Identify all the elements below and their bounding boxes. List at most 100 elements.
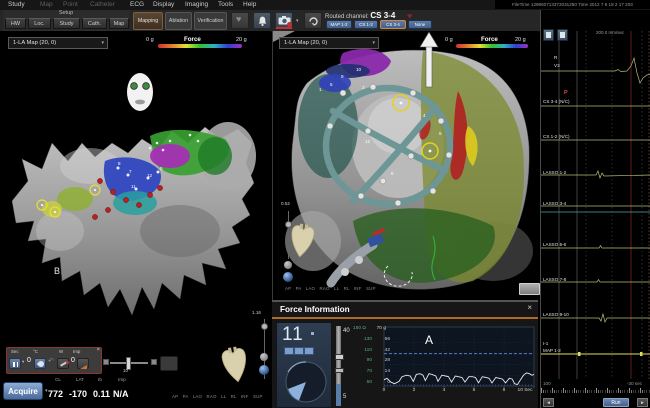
chevron-down-icon: ▾ [101, 38, 104, 49]
acquire-button[interactable]: Acquire [3, 382, 43, 400]
slider-thumb-low[interactable] [335, 368, 344, 373]
right-pan-button[interactable] [284, 261, 292, 269]
left-force-scale-name: Force [184, 36, 201, 43]
scroll-left-button[interactable]: ◄ [543, 398, 554, 407]
undo-icon[interactable]: ↶ [48, 357, 54, 365]
readout-lat-value: -170 [69, 389, 87, 399]
x-tick: 4 [434, 388, 454, 393]
left-force-scale-max: 20 g [236, 37, 247, 43]
close-icon[interactable]: × [97, 347, 100, 353]
menu-help[interactable]: Help [243, 0, 256, 10]
ablation-temp-button[interactable] [34, 358, 46, 369]
routed-channel-label: Routed channel: CS 3-4 [325, 11, 395, 20]
chevron-down-icon: ▾ [372, 38, 375, 49]
menu-display[interactable]: Display [153, 0, 174, 10]
x-tick: 10 Sec [512, 388, 538, 393]
ablation-impedance-button[interactable] [77, 358, 89, 369]
right-panel-grip[interactable] [519, 283, 540, 295]
channel-label-lasso12: LASSO 1-2 [543, 170, 566, 175]
run-button[interactable]: Run [603, 398, 629, 407]
left-orientation-buttons[interactable]: AP PA LAO RAO LL RL INF SUP [172, 394, 263, 399]
tab-ablation[interactable]: Ablation [165, 12, 192, 30]
tab-mapping[interactable]: Mapping [133, 12, 163, 30]
setup-loc-button[interactable]: Loc. [28, 18, 51, 29]
right-force-scale-name: Force [481, 36, 498, 43]
ecg-tool-button-2[interactable] [557, 29, 568, 41]
left-map-viewport[interactable]: 8 7 11 12 5 [0, 31, 270, 345]
menu-study[interactable]: Study [8, 0, 25, 10]
close-icon[interactable]: × [527, 303, 532, 312]
reset-view-button[interactable] [304, 12, 322, 29]
trace-v3 [541, 58, 650, 83]
left-map-selector[interactable]: 1-LA Map (20, 0) ▾ [8, 37, 108, 49]
slider-active-range [336, 384, 341, 406]
svg-text:5: 5 [160, 166, 163, 171]
slider-thumb-high[interactable] [335, 354, 344, 360]
svg-text:8: 8 [118, 161, 121, 166]
power-slider-min[interactable] [103, 359, 109, 365]
ruler-right-label: -30 sec [627, 381, 642, 386]
scroll-right-button[interactable]: ► [637, 398, 648, 407]
slider-min-label: 5 [343, 394, 346, 400]
menu-imaging[interactable]: Imaging [185, 0, 208, 10]
channel-button-cs12[interactable]: CS 1-2 [354, 20, 378, 29]
ablation-timer-button[interactable] [9, 358, 21, 369]
force-tick: 42 [368, 348, 390, 353]
svg-text:12: 12 [365, 139, 371, 144]
ablation-start-button[interactable] [160, 356, 178, 371]
snapshot-button[interactable] [275, 12, 293, 29]
channel-button-none[interactable]: None [408, 20, 432, 29]
snapshot-badge [287, 22, 292, 27]
tab-verification[interactable]: Verification [194, 12, 227, 30]
menu-map[interactable]: Map [40, 0, 53, 10]
reference-heart-icon [220, 346, 250, 384]
x-tick: 0 [374, 388, 394, 393]
svg-text:5: 5 [439, 131, 442, 136]
power-slider-max[interactable] [151, 359, 157, 365]
right-force-colorbar [456, 44, 528, 48]
right-rotate-ball[interactable] [283, 272, 293, 282]
force-led-1 [284, 347, 294, 355]
right-map-selector[interactable]: 1-LA Map (20, 0) ▾ [279, 37, 379, 49]
svg-text:10: 10 [356, 67, 362, 72]
channel-label-cs34: CS 3-4 (N/C) [543, 99, 570, 104]
snapshot-dropdown-arrow[interactable]: ▾ [296, 18, 299, 24]
channel-button-map12[interactable]: MAP 1-2 [326, 20, 352, 29]
menu-point[interactable]: Point [63, 0, 78, 10]
channel-button-cs34[interactable]: CS 3-4 [380, 20, 406, 29]
force-range-slider[interactable]: 40 5 [330, 322, 352, 406]
right-map-viewport[interactable]: 1 5 9 2 10 12 4 5 8 [273, 31, 539, 300]
time-ruler-minor [541, 390, 650, 393]
left-pan-button[interactable] [260, 353, 268, 361]
ablation-catheter-button[interactable] [57, 358, 69, 369]
force-tick: 70 g [364, 326, 386, 331]
impedance-tick: 150 Ω [344, 326, 366, 331]
map-visibility-button[interactable]: ♥ [231, 12, 249, 29]
menu-tools[interactable]: Tools [218, 0, 233, 10]
right-force-scale-max: 20 g [515, 37, 526, 43]
ecg-tool-button-1[interactable] [543, 29, 554, 41]
setup-hw-button[interactable]: HW [5, 18, 26, 29]
left-force-scale-min: 0 g [146, 37, 154, 43]
bell-icon [257, 15, 268, 27]
accent-divider [272, 317, 538, 319]
readout-cl-value: 772 [48, 389, 63, 399]
menu-catheter[interactable]: Catheter [90, 0, 115, 10]
left-force-colorbar [158, 44, 242, 48]
setup-cath-button[interactable]: Cath. [82, 18, 107, 29]
left-rotate-ball[interactable] [259, 365, 269, 375]
left-zoom-slider-thumb[interactable] [261, 323, 268, 330]
setup-study-button[interactable]: Study [53, 18, 80, 29]
chevron-down-icon[interactable]: ▾ [22, 359, 24, 365]
force-tick: 14 [368, 369, 390, 374]
ecg-traces[interactable] [541, 31, 650, 397]
right-orientation-buttons[interactable]: AP PA LAO RAO LL RL INF SUP [285, 286, 376, 291]
alarm-button[interactable] [253, 12, 271, 29]
left-map-annotation: B [54, 266, 60, 276]
face-orientation-icon [127, 73, 153, 111]
force-unit-dot [311, 332, 314, 335]
channel-label-lasso56: LASSO 5-6 [543, 242, 566, 247]
force-information-panel: Force Information × 11 40 5 [272, 300, 538, 408]
menu-ecg[interactable]: ECG [130, 0, 144, 10]
setup-map-button[interactable]: Map [109, 18, 129, 29]
